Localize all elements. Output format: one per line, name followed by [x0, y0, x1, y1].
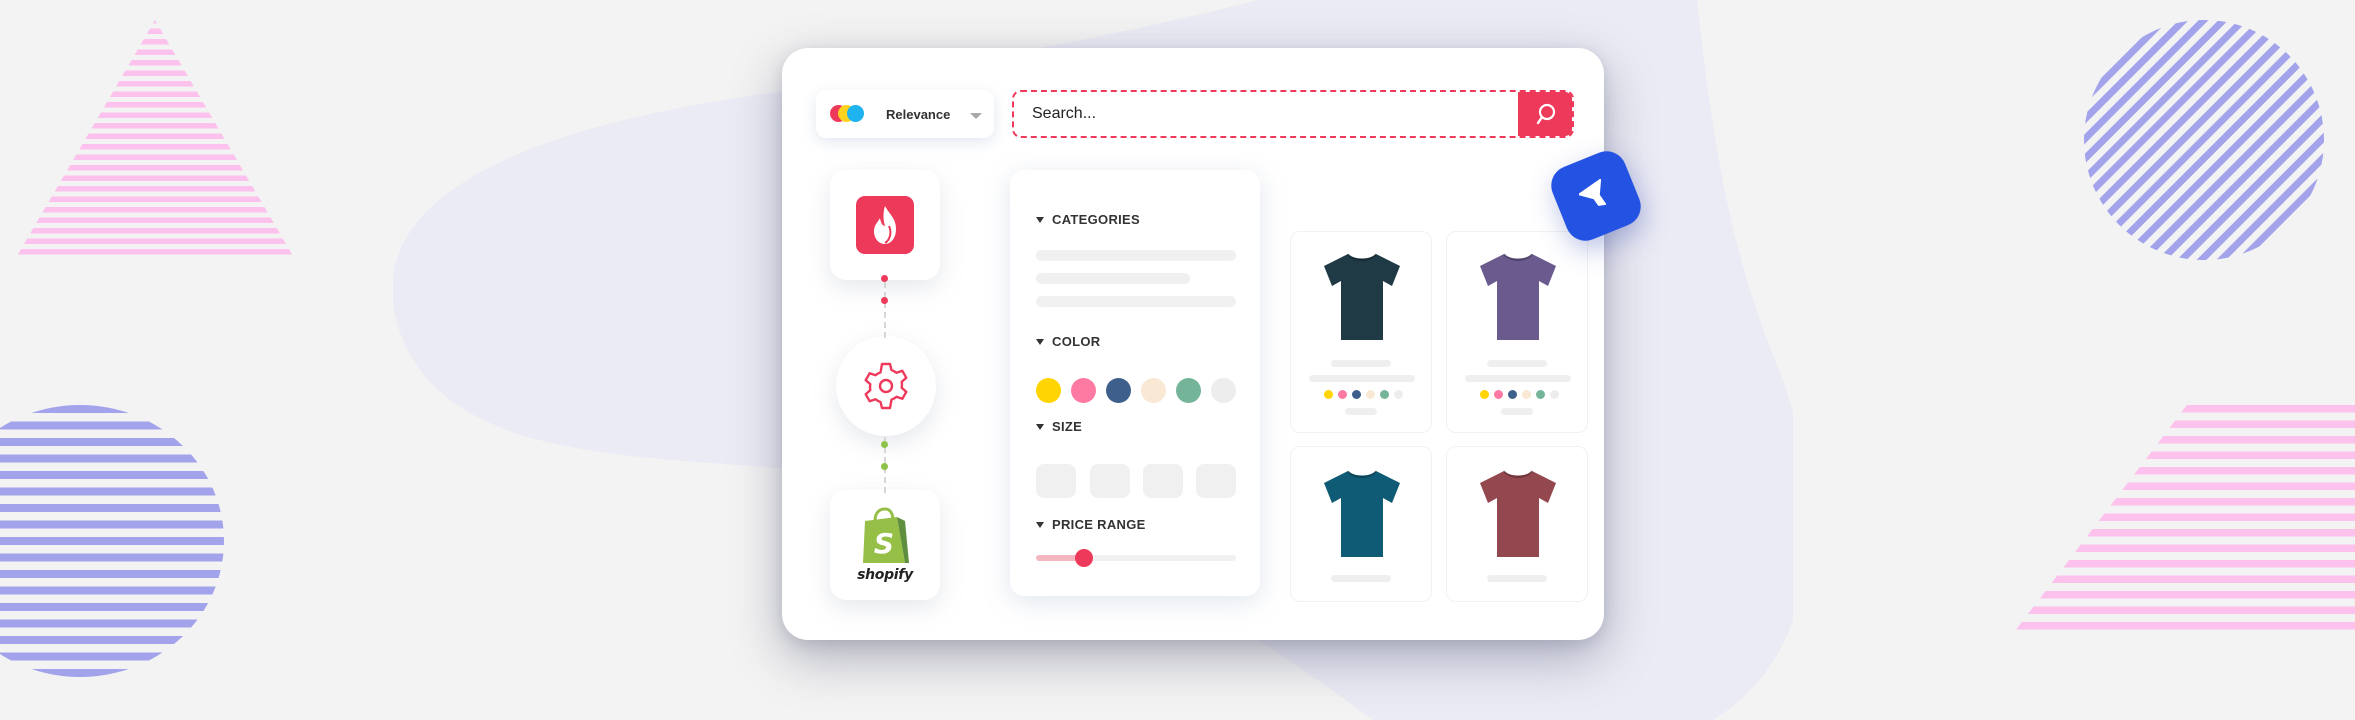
- color-swatch[interactable]: [1071, 378, 1096, 403]
- product-title-placeholder: [1487, 360, 1547, 367]
- product-color-dot[interactable]: [1366, 390, 1375, 399]
- purple-diagonal-striped-circle: [2084, 20, 2324, 260]
- product-price-placeholder: [1465, 375, 1571, 382]
- size-option[interactable]: [1196, 464, 1236, 498]
- product-color-dot[interactable]: [1480, 390, 1489, 399]
- tshirt-image: [1480, 470, 1556, 557]
- tshirt-image: [1324, 470, 1400, 557]
- tshirt-image: [1324, 253, 1400, 340]
- filter-color-header[interactable]: COLOR: [1036, 334, 1100, 349]
- filter-color-label: COLOR: [1052, 334, 1101, 349]
- category-option-placeholder[interactable]: [1036, 250, 1236, 261]
- product-card[interactable]: [1290, 446, 1432, 602]
- product-color-dot[interactable]: [1536, 390, 1545, 399]
- product-meta-placeholder: [1345, 408, 1377, 415]
- connector-dot: [881, 441, 888, 448]
- product-color-dot[interactable]: [1324, 390, 1333, 399]
- connector-dot: [881, 463, 888, 470]
- search-button[interactable]: [1518, 92, 1572, 136]
- product-title-placeholder: [1331, 575, 1391, 582]
- connector-line: [884, 282, 886, 338]
- integration-settings[interactable]: [836, 336, 936, 436]
- filter-size-label: SIZE: [1052, 419, 1083, 434]
- search-filter-app-panel: Relevance S shopif: [782, 48, 1604, 640]
- filter-price-range-header[interactable]: PRICE RANGE: [1036, 517, 1146, 532]
- price-range-slider[interactable]: [1036, 549, 1236, 567]
- product-price-placeholder: [1309, 375, 1415, 382]
- search-input[interactable]: [1014, 92, 1518, 136]
- product-card[interactable]: [1446, 446, 1588, 602]
- price-range-thumb[interactable]: [1075, 549, 1093, 567]
- sort-selected-value: Relevance: [886, 106, 951, 122]
- search-icon: [1536, 103, 1556, 125]
- product-color-dot[interactable]: [1380, 390, 1389, 399]
- product-color-dot[interactable]: [1338, 390, 1347, 399]
- tshirt-image: [1480, 253, 1556, 340]
- caret-down-icon: [1036, 521, 1044, 528]
- product-color-dot[interactable]: [1494, 390, 1503, 399]
- chevron-down-icon: [970, 113, 983, 119]
- filter-price-range-label: PRICE RANGE: [1052, 517, 1146, 532]
- color-swatch[interactable]: [1036, 378, 1061, 403]
- flame-icon: [856, 196, 914, 254]
- product-color-dot[interactable]: [1550, 390, 1559, 399]
- product-color-dot[interactable]: [1508, 390, 1517, 399]
- shopify-label: shopify: [857, 567, 913, 583]
- connector-dot: [881, 297, 888, 304]
- caret-down-icon: [1036, 338, 1044, 345]
- filter-size-header[interactable]: SIZE: [1036, 419, 1082, 434]
- filter-categories-header[interactable]: CATEGORIES: [1036, 212, 1140, 227]
- purple-striped-circle-left: [0, 405, 224, 677]
- category-option-placeholder[interactable]: [1036, 296, 1236, 307]
- product-color-options: [1324, 390, 1403, 399]
- svg-text:S: S: [874, 527, 894, 560]
- product-title-placeholder: [1331, 360, 1391, 367]
- product-color-dot[interactable]: [1352, 390, 1361, 399]
- overlapping-circles-logo-icon: [830, 105, 866, 123]
- product-title-placeholder: [1487, 575, 1547, 582]
- caret-down-icon: [1036, 423, 1044, 430]
- integration-fire-app[interactable]: [830, 170, 940, 280]
- size-option[interactable]: [1143, 464, 1183, 498]
- category-option-placeholder[interactable]: [1036, 273, 1190, 284]
- integration-shopify[interactable]: S shopify: [830, 490, 940, 600]
- filter-panel: CATEGORIES COLOR SIZE PRICE RANGE: [1010, 170, 1260, 596]
- size-option[interactable]: [1090, 464, 1130, 498]
- color-swatch[interactable]: [1141, 378, 1166, 403]
- color-swatch[interactable]: [1106, 378, 1131, 403]
- filter-categories-label: CATEGORIES: [1052, 212, 1140, 227]
- product-card[interactable]: [1290, 231, 1432, 433]
- pink-striped-trapezoid: [2012, 405, 2355, 635]
- product-color-options: [1480, 390, 1559, 399]
- color-swatch[interactable]: [1211, 378, 1236, 403]
- shopify-bag-icon: S: [863, 507, 909, 563]
- pink-striped-triangle: [17, 20, 293, 256]
- caret-down-icon: [1036, 216, 1044, 223]
- size-option[interactable]: [1036, 464, 1076, 498]
- product-meta-placeholder: [1501, 408, 1533, 415]
- search-bar: [1012, 90, 1574, 138]
- product-color-dot[interactable]: [1522, 390, 1531, 399]
- filter-funnel-icon: [1579, 179, 1607, 206]
- sort-dropdown[interactable]: Relevance: [816, 90, 994, 138]
- product-card[interactable]: [1446, 231, 1588, 433]
- product-color-dot[interactable]: [1394, 390, 1403, 399]
- connector-dot: [881, 275, 888, 282]
- gear-icon: [864, 362, 908, 410]
- color-swatch[interactable]: [1176, 378, 1201, 403]
